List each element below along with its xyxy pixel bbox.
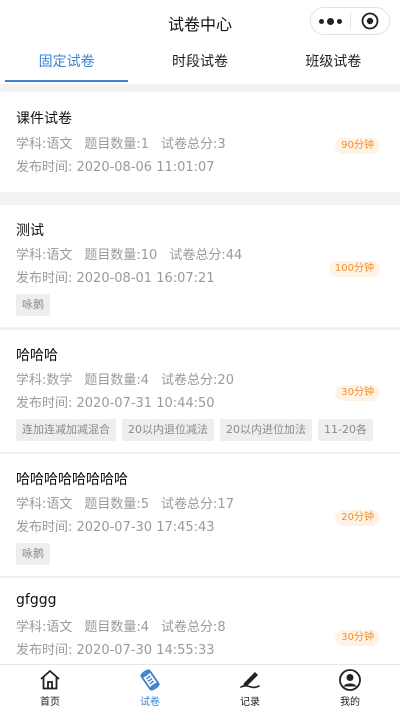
more-icon[interactable] (311, 17, 350, 25)
bottom-tab-label: 试卷 (140, 697, 160, 708)
tab-bar: 固定试卷 时段试卷 班级试卷 (0, 42, 400, 84)
paper-question-count: 题目数量:1 (84, 137, 150, 152)
paper-total-score: 试卷总分:3 (161, 137, 226, 152)
close-target-icon[interactable] (350, 12, 389, 30)
paper-total-score: 试卷总分:17 (161, 497, 234, 512)
knowledge-tag: 咏鹅 (16, 543, 50, 565)
duration-badge: 30分钟 (335, 630, 380, 646)
paper-card[interactable]: 哈哈哈哈哈哈哈哈 学科:语文 题目数量:5 试卷总分:17 发布时间: 2020-0… (0, 454, 400, 576)
knowledge-tag: 11-20各 (318, 419, 373, 441)
tag-row: 连加连减加减混合 20以内退位减法 20以内进位加法 11-20各 (16, 419, 373, 441)
paper-subject: 学科:语文 (16, 497, 73, 512)
paper-question-count: 题目数量:4 (84, 620, 150, 635)
scroll-icon (140, 669, 160, 691)
bottom-tab-label: 首页 (40, 697, 60, 708)
paper-meta: 学科:语文 题目数量:1 试卷总分:3 (16, 133, 238, 152)
paper-title: 测试 (16, 223, 44, 239)
pen-icon (240, 672, 260, 689)
paper-title: gfggg (16, 592, 57, 608)
tab-timed-papers[interactable]: 时段试卷 (133, 42, 266, 84)
bottom-tab-home[interactable]: 首页 (0, 665, 100, 710)
paper-meta: 学科:语文 题目数量:5 试卷总分:17 (16, 493, 246, 512)
paper-card[interactable]: gfggg 学科:语文 题目数量:4 试卷总分:8 发布时间: 2020-07-30… (0, 578, 400, 678)
paper-publish-time: 发布时间: 2020-07-30 17:45:43 (16, 520, 215, 535)
knowledge-tag: 咏鹅 (16, 294, 50, 316)
knowledge-tag: 20以内进位加法 (220, 419, 312, 441)
paper-publish-time: 发布时间: 2020-07-30 14:55:33 (16, 643, 215, 658)
paper-publish-time: 发布时间: 2020-08-01 16:07:21 (16, 271, 215, 286)
bottom-tab-label: 我的 (340, 697, 360, 708)
mini-program-capsule (310, 7, 390, 35)
nav-bar: 试卷中心 (0, 0, 400, 42)
duration-badge: 100分钟 (328, 261, 380, 277)
bottom-tab-label: 记录 (240, 697, 260, 708)
user-icon (339, 669, 361, 691)
paper-subject: 学科:语文 (16, 620, 73, 635)
paper-subject: 学科:语文 (16, 248, 73, 263)
paper-title: 课件试卷 (16, 111, 72, 127)
duration-badge: 20分钟 (335, 510, 380, 526)
knowledge-tag: 20以内退位减法 (122, 419, 214, 441)
paper-question-count: 题目数量:4 (84, 373, 150, 388)
tag-row: 咏鹅 (16, 543, 50, 565)
paper-title: 哈哈哈哈哈哈哈哈 (16, 472, 128, 488)
bottom-tab-papers[interactable]: 试卷 (100, 665, 200, 710)
paper-subject: 学科:语文 (16, 137, 73, 152)
bottom-tab-mine[interactable]: 我的 (300, 665, 400, 710)
paper-question-count: 题目数量:5 (84, 497, 150, 512)
tab-class-papers[interactable]: 班级试卷 (267, 42, 400, 84)
paper-question-count: 题目数量:10 (84, 248, 158, 263)
paper-card[interactable]: 课件试卷 学科:语文 题目数量:1 试卷总分:3 发布时间: 2020-08-06 … (0, 92, 400, 192)
home-icon (40, 670, 60, 690)
duration-badge: 90分钟 (335, 138, 380, 154)
paper-total-score: 试卷总分:44 (169, 248, 243, 263)
paper-meta: 学科:语文 题目数量:4 试卷总分:8 (16, 616, 238, 635)
paper-total-score: 试卷总分:20 (161, 373, 234, 388)
paper-card[interactable]: 测试 学科:语文 题目数量:10 试卷总分:44 发布时间: 2020-08-01 … (0, 205, 400, 327)
tag-row: 咏鹅 (16, 294, 50, 316)
bottom-tab-bar: 首页 试卷 记录 我的 (0, 664, 400, 710)
paper-total-score: 试卷总分:8 (161, 620, 226, 635)
paper-card[interactable]: 哈哈哈 学科:数学 题目数量:4 试卷总分:20 发布时间: 2020-07-31 … (0, 330, 400, 452)
duration-badge: 30分钟 (335, 385, 380, 401)
knowledge-tag: 连加连减加减混合 (16, 419, 116, 441)
tab-fixed-papers[interactable]: 固定试卷 (0, 42, 133, 84)
paper-meta: 学科:语文 题目数量:10 试卷总分:44 (16, 244, 254, 263)
paper-publish-time: 发布时间: 2020-08-06 11:01:07 (16, 160, 215, 175)
paper-title: 哈哈哈 (16, 348, 58, 364)
bottom-tab-records[interactable]: 记录 (200, 665, 300, 710)
paper-publish-time: 发布时间: 2020-07-31 10:44:50 (16, 396, 215, 411)
paper-subject: 学科:数学 (16, 373, 73, 388)
paper-meta: 学科:数学 题目数量:4 试卷总分:20 (16, 369, 246, 388)
